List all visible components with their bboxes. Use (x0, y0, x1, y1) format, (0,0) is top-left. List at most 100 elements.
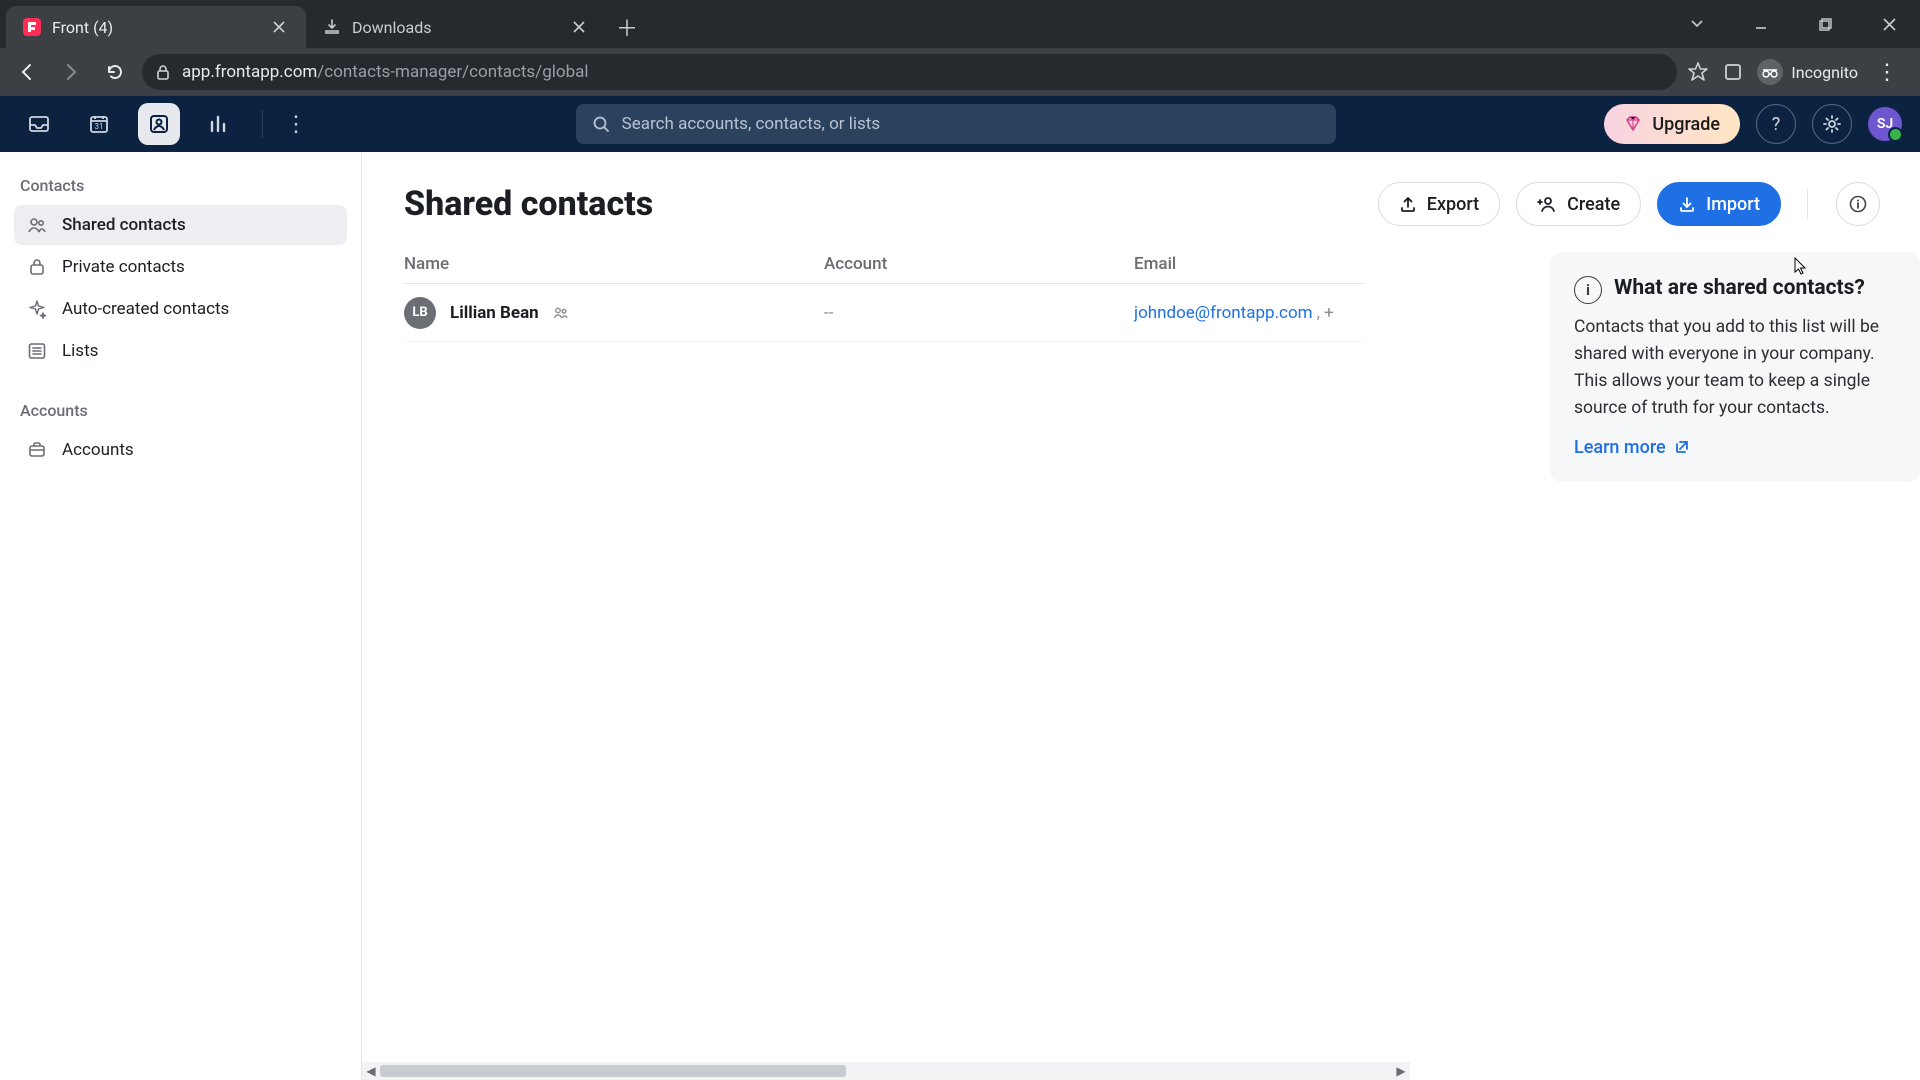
avatar-initials: SJ (1868, 107, 1902, 141)
incognito-indicator[interactable]: Incognito (1757, 59, 1858, 85)
tab-close-button[interactable] (268, 16, 290, 38)
extensions-button[interactable] (1723, 62, 1743, 82)
settings-button[interactable] (1812, 104, 1852, 144)
tab-search-button[interactable] (1674, 4, 1720, 44)
window-controls (1674, 0, 1920, 48)
page-title: Shared contacts (404, 184, 653, 224)
sidebar-item-lists[interactable]: Lists (14, 331, 347, 371)
export-button[interactable]: Export (1378, 182, 1500, 226)
sidebar-item-auto-created-contacts[interactable]: Auto-created contacts (14, 289, 347, 329)
gem-icon (1624, 115, 1642, 133)
info-icon: i (1574, 276, 1602, 304)
window-close-button[interactable] (1866, 4, 1912, 44)
back-button[interactable] (10, 55, 44, 89)
sidebar-item-accounts[interactable]: Accounts (14, 430, 347, 470)
cell-name: LB Lillian Bean (404, 297, 824, 329)
scroll-right-button[interactable]: ▶ (1392, 1062, 1410, 1080)
upgrade-label: Upgrade (1652, 114, 1720, 135)
nav-inbox[interactable] (18, 103, 60, 145)
main-actions: Export Create Import (1378, 182, 1880, 226)
main-header: Shared contacts Export Create Import (404, 182, 1880, 226)
toolbar-actions: Incognito ⋮ (1687, 59, 1910, 85)
sparkle-icon (26, 298, 48, 320)
add-person-icon (1537, 195, 1557, 213)
bookmark-button[interactable] (1687, 61, 1709, 83)
sidebar-item-shared-contacts[interactable]: Shared contacts (14, 205, 347, 245)
tab-front[interactable]: Front (4) (6, 6, 306, 48)
col-account[interactable]: Account (824, 254, 1134, 274)
tab-strip: Front (4) Downloads ＋ (0, 0, 1674, 48)
sidebar-item-label: Private contacts (62, 257, 185, 277)
briefcase-icon (26, 439, 48, 461)
people-icon (26, 214, 48, 236)
profile-avatar[interactable]: SJ (1868, 107, 1902, 141)
header-right: Upgrade ? SJ (1604, 104, 1902, 144)
tab-title: Front (4) (52, 18, 258, 37)
nav-contacts[interactable] (138, 103, 180, 145)
table-header-row: Name Account Email (404, 244, 1364, 284)
search-input[interactable]: Search accounts, contacts, or lists (576, 104, 1336, 144)
sidebar-section-accounts: Accounts (10, 389, 351, 428)
create-button[interactable]: Create (1516, 182, 1641, 226)
email-value[interactable]: johndoe@frontapp.com (1134, 303, 1313, 323)
window-minimize-button[interactable] (1738, 4, 1784, 44)
search-wrap: Search accounts, contacts, or lists (325, 104, 1586, 144)
tab-close-button[interactable] (568, 16, 590, 38)
browser-menu-button[interactable]: ⋮ (1872, 60, 1902, 85)
actions-separator (1807, 189, 1808, 219)
info-card-body: Contacts that you add to this list will … (1574, 314, 1896, 423)
address-bar[interactable]: app.frontapp.com/contacts-manager/contac… (142, 54, 1677, 90)
nav-more-button[interactable]: ⋮ (285, 103, 307, 145)
sidebar-section-contacts: Contacts (10, 164, 351, 203)
front-favicon-icon (22, 17, 42, 37)
create-label: Create (1567, 194, 1620, 215)
learn-more-label: Learn more (1574, 437, 1666, 458)
export-label: Export (1427, 194, 1479, 215)
tab-downloads[interactable]: Downloads (306, 6, 606, 48)
reload-button[interactable] (98, 55, 132, 89)
table-row[interactable]: LB Lillian Bean -- johndoe@frontapp.com,… (404, 284, 1364, 342)
main-content: Shared contacts Export Create Import (362, 152, 1920, 1080)
nav-separator (262, 110, 263, 138)
scrollbar-thumb[interactable] (380, 1065, 846, 1077)
help-button[interactable]: ? (1756, 104, 1796, 144)
search-icon (592, 115, 610, 133)
url-text: app.frontapp.com/contacts-manager/contac… (182, 62, 589, 82)
app-header: 31 ⋮ Search accounts, contacts, or lists… (0, 96, 1920, 152)
info-toggle-button[interactable] (1836, 182, 1880, 226)
browser-titlebar: Front (4) Downloads ＋ (0, 0, 1920, 48)
export-icon (1399, 195, 1417, 213)
window-maximize-button[interactable] (1802, 4, 1848, 44)
new-tab-button[interactable]: ＋ (612, 12, 642, 42)
col-name[interactable]: Name (404, 254, 824, 274)
email-more: , + (1317, 303, 1334, 323)
sidebar-item-label: Auto-created contacts (62, 299, 229, 319)
svg-text:31: 31 (95, 122, 104, 131)
col-email[interactable]: Email (1134, 254, 1364, 274)
tab-title: Downloads (352, 18, 558, 37)
cursor-icon (1794, 257, 1808, 275)
scrollbar-track[interactable] (380, 1064, 1392, 1078)
browser-toolbar: app.frontapp.com/contacts-manager/contac… (0, 48, 1920, 96)
lock-icon (26, 256, 48, 278)
search-placeholder: Search accounts, contacts, or lists (622, 114, 880, 134)
external-link-icon (1674, 439, 1690, 455)
list-icon (26, 340, 48, 362)
import-button[interactable]: Import (1657, 182, 1781, 226)
sidebar-item-private-contacts[interactable]: Private contacts (14, 247, 347, 287)
upgrade-button[interactable]: Upgrade (1604, 104, 1740, 144)
contact-name: Lillian Bean (450, 303, 539, 323)
lock-icon (156, 64, 170, 80)
forward-button[interactable] (54, 55, 88, 89)
horizontal-scrollbar[interactable]: ◀ ▶ (362, 1062, 1410, 1080)
nav-analytics[interactable] (198, 103, 240, 145)
nav-calendar[interactable]: 31 (78, 103, 120, 145)
info-card: i What are shared contacts? Contacts tha… (1550, 252, 1920, 482)
sidebar-item-label: Lists (62, 341, 98, 361)
learn-more-link[interactable]: Learn more (1574, 437, 1896, 458)
info-card-title: What are shared contacts? (1614, 274, 1865, 302)
scroll-left-button[interactable]: ◀ (362, 1062, 380, 1080)
app-body: Contacts Shared contacts Private contact… (0, 152, 1920, 1080)
import-label: Import (1706, 194, 1760, 215)
contacts-table: Name Account Email LB Lillian Bean -- jo… (404, 244, 1364, 342)
